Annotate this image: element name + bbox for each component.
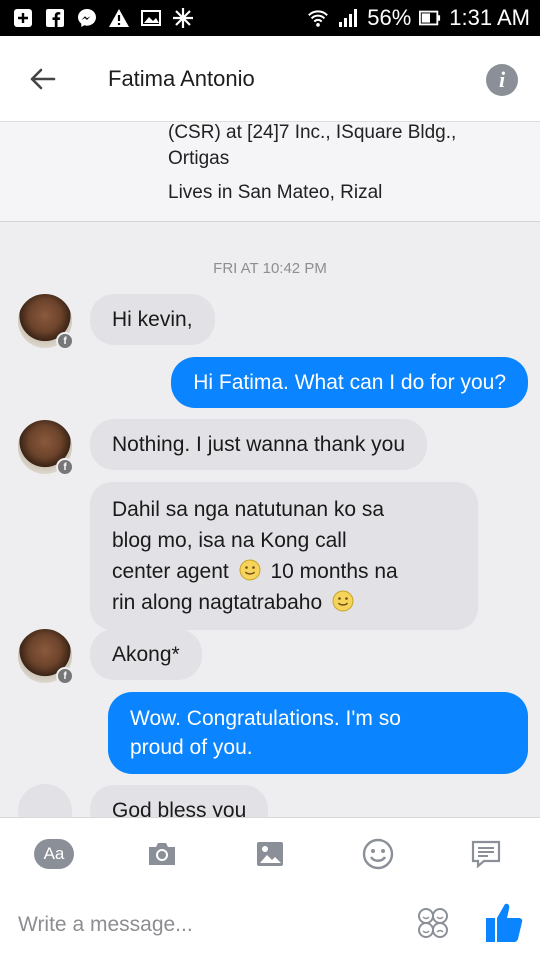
profile-work-location: Ortigas [168,148,230,169]
message-input[interactable] [0,912,360,937]
like-button[interactable] [484,900,524,944]
message-line: rin along nagtatrabaho [112,587,456,618]
add-box-icon [12,7,34,29]
text-format-icon: Aa [34,838,74,869]
message-line: Dahil sa nga natutunan ko sa [112,498,385,521]
camera-button[interactable] [140,832,184,876]
back-button[interactable] [0,36,84,122]
info-button[interactable]: i [486,64,518,96]
incoming-message[interactable]: Hi kevin, [90,294,215,345]
outgoing-message[interactable]: Hi Fatima. What can I do for you? [171,357,528,408]
profile-residence: Lives in San Mateo, Rizal [168,182,383,203]
message-line: blog mo, isa na Kong call [112,529,347,552]
outgoing-message[interactable]: Wow. Congratulations. I'm so proud of yo… [108,692,528,774]
smiley-emoji-icon [332,590,354,612]
photo-icon [140,7,162,29]
incoming-message[interactable]: Akong* [90,629,202,680]
thumbs-up-icon [486,903,523,942]
battery-percent: 56% [367,5,412,30]
arrow-left-icon [30,68,56,89]
smiley-emoji-icon [239,559,261,581]
profile-summary: (CSR) at [24]7 Inc., ISquare Bldg., Orti… [0,122,540,222]
sync-icon [172,7,194,29]
avatar[interactable]: f [18,294,74,350]
conversation-header: Fatima Antonio i [0,36,540,122]
wifi-icon [307,7,329,29]
text-format-button[interactable]: Aa [32,832,76,876]
message-timestamp: FRI AT 10:42 PM [213,260,327,277]
messenger-badge-icon: f [56,667,74,685]
stickers-icon [418,908,448,938]
info-icon: i [498,67,506,92]
profile-work: (CSR) at [24]7 Inc., ISquare Bldg., [168,122,457,143]
message-line: center agent 10 months na [112,559,398,583]
avatar[interactable]: f [18,420,74,476]
contact-name[interactable]: Fatima Antonio [108,66,255,92]
emoji-button[interactable] [356,832,400,876]
composer-toolbar: Aa [0,817,540,889]
incoming-message[interactable]: Nothing. I just wanna thank you [90,419,428,470]
message-line: proud of you. [130,736,253,759]
gallery-icon [257,841,283,866]
message-composer [0,889,540,960]
incoming-message[interactable]: Dahil sa nga natutunan ko sa blog mo, is… [90,482,478,630]
avatar[interactable]: f [18,629,74,685]
messenger-badge-icon: f [56,458,74,476]
stickers-button[interactable] [415,905,451,941]
emoji-icon [362,838,394,869]
facebook-icon [44,7,66,29]
warning-icon [108,7,130,29]
status-bar: 56% 1:31 AM [0,0,540,36]
battery-icon [419,7,441,29]
message-options-button[interactable] [464,832,508,876]
messenger-icon [76,7,98,29]
incoming-message[interactable]: God bless you [90,785,269,817]
clock: 1:31 AM [449,5,530,30]
signal-icon [337,7,359,29]
gallery-button[interactable] [248,832,292,876]
camera-icon [149,842,175,865]
message-icon [471,840,501,868]
message-line: Wow. Congratulations. I'm so [130,707,401,730]
message-thread[interactable]: FRI AT 10:42 PM f Hi kevin, Hi Fatima. W… [0,222,540,817]
avatar[interactable] [18,784,72,817]
messenger-badge-icon: f [56,332,74,350]
